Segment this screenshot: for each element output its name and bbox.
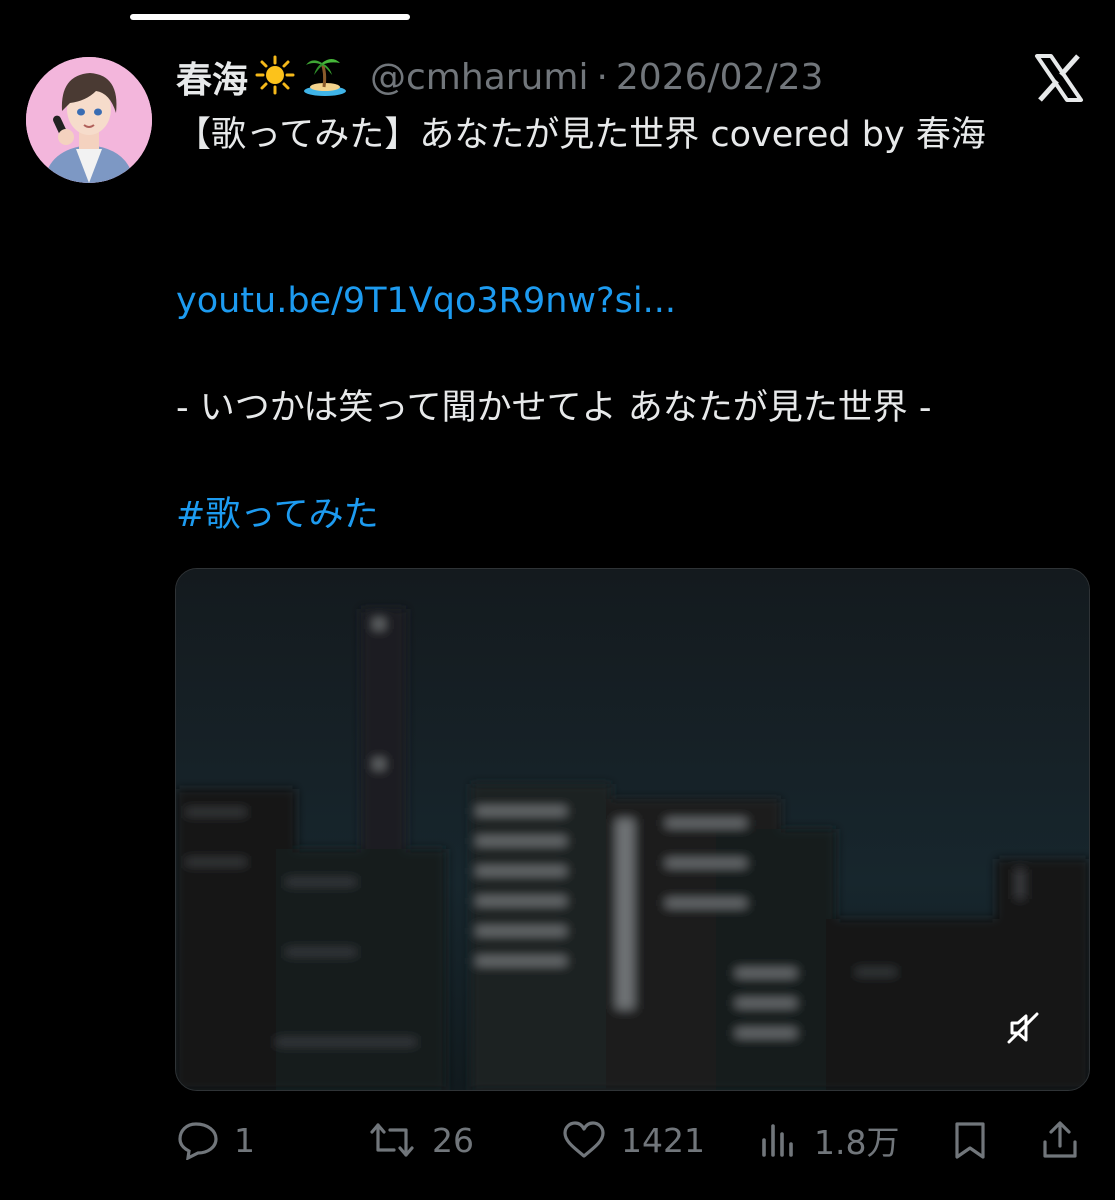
sun-emoji-icon [254,54,296,100]
tweet-body: 【歌ってみた】あなたが見た世界 covered by 春海 [176,115,986,155]
share-icon [1043,1121,1077,1158]
reply-button[interactable]: 1 [176,1110,255,1170]
avatar[interactable] [26,57,152,183]
repost-icon [370,1123,414,1157]
like-icon [563,1121,605,1158]
user-handle[interactable]: @cmharumi [370,57,588,98]
video-player[interactable] [175,568,1090,1091]
view-count: 1.8万 [814,1123,900,1162]
tweet-header: 春海 @cmharumi · 2026/02/23 [176,52,823,102]
share-button[interactable] [1040,1110,1094,1170]
bookmark-button[interactable] [950,1110,1004,1170]
hashtag-link[interactable]: #歌ってみた [176,490,379,540]
palm-island-emoji-icon [302,53,348,101]
display-name[interactable]: 春海 [176,51,248,103]
repost-count: 26 [432,1120,474,1160]
mute-icon[interactable] [1003,1008,1043,1048]
like-count: 1421 [621,1120,705,1160]
tweet-lyric-line: - いつかは笑って聞かせてよ あなたが見た世界 - [176,388,932,428]
x-logo-icon[interactable] [1034,53,1084,103]
reply-count: 1 [234,1120,255,1160]
views-icon [762,1124,793,1157]
separator-dot: · [596,56,608,98]
tweet-actions: 1 26 1421 1.8万 [0,1110,1115,1170]
video-thumbnail [176,569,1089,1090]
bookmark-icon [955,1122,985,1159]
views-button[interactable]: 1.8万 [760,1110,899,1170]
top-drag-handle[interactable] [130,14,410,20]
tweet-date[interactable]: 2026/02/23 [616,57,824,98]
reply-icon [178,1122,218,1160]
youtube-link[interactable]: youtu.be/9T1Vqo3R9nw?si... [176,276,676,326]
repost-button[interactable]: 26 [366,1110,474,1170]
like-button[interactable]: 1421 [561,1110,705,1170]
